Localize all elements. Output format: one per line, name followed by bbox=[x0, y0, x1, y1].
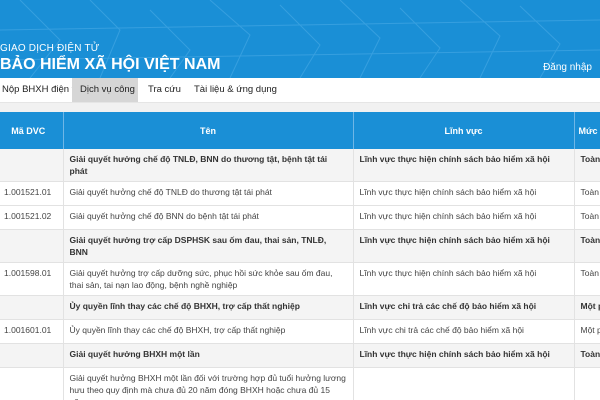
column-header-code[interactable]: Mã DVC bbox=[0, 112, 64, 149]
cell-level: Một phần bbox=[574, 319, 600, 344]
table-row[interactable]: Giải quyết hưởng BHXH một lần đối với tr… bbox=[0, 367, 600, 400]
cell-level: Toàn trình bbox=[574, 149, 600, 182]
cell-name[interactable]: Giải quyết hưởng chế độ BNN do bệnh tật … bbox=[63, 205, 354, 230]
table-header-row: Mã DVC Tên Lĩnh vực Mức bbox=[0, 112, 600, 149]
table-row[interactable]: 1.001521.02 Giải quyết hưởng chế độ BNN … bbox=[0, 205, 600, 230]
site-header: GIAO DỊCH ĐIỆN TỬ BẢO HIỂM XÃ HỘI VIỆT N… bbox=[0, 0, 600, 78]
cell-code bbox=[0, 229, 64, 263]
nav-item-tai-lieu[interactable]: Tài liệu & ứng dụng bbox=[186, 78, 285, 102]
cell-code: 1.001601.01 bbox=[0, 319, 64, 344]
table-row[interactable]: Giải quyết hưởng chế độ TNLĐ, BNN do thư… bbox=[0, 149, 600, 182]
cell-level: Toàn trình bbox=[574, 181, 600, 206]
table-row[interactable]: Giải quyết hưởng BHXH một lần Lĩnh vực t… bbox=[0, 343, 600, 368]
table-row[interactable]: 1.001598.01 Giải quyết hưởng trợ cấp dưỡ… bbox=[0, 262, 600, 296]
portal-subtitle: GIAO DỊCH ĐIỆN TỬ bbox=[0, 43, 100, 54]
cell-field: Lĩnh vực thực hiện chính sách bảo hiểm x… bbox=[353, 149, 575, 182]
services-table-container: Mã DVC Tên Lĩnh vực Mức Giải quyết hưởng… bbox=[0, 112, 600, 400]
main-nav: Nộp BHXH điện tử Dịch vụ công Tra cứu Tà… bbox=[0, 78, 600, 103]
login-link[interactable]: Đăng nhập bbox=[543, 62, 592, 73]
nav-item-dich-vu-cong[interactable]: Dịch vụ công bbox=[72, 78, 138, 102]
nav-item-tra-cuu[interactable]: Tra cứu bbox=[140, 78, 189, 102]
column-header-level[interactable]: Mức bbox=[574, 112, 600, 149]
cell-field: Lĩnh vực thực hiện chính sách bảo hiểm x… bbox=[353, 343, 575, 368]
cell-code: 1.001598.01 bbox=[0, 262, 64, 296]
cell-name[interactable]: Giải quyết hưởng trợ cấp dưỡng sức, phục… bbox=[63, 262, 354, 296]
cell-level: Toàn trình bbox=[574, 205, 600, 230]
cell-field: Lĩnh vực thực hiện chính sách bảo hiểm x… bbox=[353, 205, 575, 230]
cell-field: Lĩnh vực thực hiện chính sách bảo hiểm x… bbox=[353, 262, 575, 296]
cell-code bbox=[0, 367, 64, 400]
cell-field bbox=[353, 367, 575, 400]
section-spacer bbox=[0, 103, 600, 112]
table-row[interactable]: 1.001601.01 Ủy quyền lĩnh thay các chế đ… bbox=[0, 319, 600, 344]
cell-name[interactable]: Giải quyết hưởng trợ cấp DSPHSK sau ốm đ… bbox=[63, 229, 354, 263]
cell-level: Một phần bbox=[574, 295, 600, 320]
cell-name[interactable]: Giải quyết hưởng chế độ TNLĐ, BNN do thư… bbox=[63, 149, 354, 182]
cell-name[interactable]: Ủy quyền lĩnh thay các chế độ BHXH, trợ … bbox=[63, 295, 354, 320]
table-row[interactable]: Ủy quyền lĩnh thay các chế độ BHXH, trợ … bbox=[0, 295, 600, 320]
cell-name[interactable]: Giải quyết hưởng BHXH một lần đối với tr… bbox=[63, 367, 354, 400]
cell-code: 1.001521.01 bbox=[0, 181, 64, 206]
cell-name[interactable]: Giải quyết hưởng chế độ TNLĐ do thương t… bbox=[63, 181, 354, 206]
cell-level bbox=[574, 367, 600, 400]
cell-field: Lĩnh vực chi trả các chế độ bảo hiểm xã … bbox=[353, 319, 575, 344]
cell-name[interactable]: Giải quyết hưởng BHXH một lần bbox=[63, 343, 354, 368]
cell-field: Lĩnh vực thực hiện chính sách bảo hiểm x… bbox=[353, 181, 575, 206]
cell-field: Lĩnh vực chi trả các chế độ bảo hiểm xã … bbox=[353, 295, 575, 320]
cell-code: 1.001521.02 bbox=[0, 205, 64, 230]
table-row[interactable]: Giải quyết hưởng trợ cấp DSPHSK sau ốm đ… bbox=[0, 229, 600, 263]
cell-level: Toàn trình bbox=[574, 343, 600, 368]
cell-level: Toàn trình bbox=[574, 229, 600, 263]
services-table: Mã DVC Tên Lĩnh vực Mức Giải quyết hưởng… bbox=[0, 112, 600, 400]
column-header-name[interactable]: Tên bbox=[63, 112, 354, 149]
cell-code bbox=[0, 295, 64, 320]
portal-title: BẢO HIỂM XÃ HỘI VIỆT NAM bbox=[0, 56, 221, 73]
cell-code bbox=[0, 343, 64, 368]
cell-field: Lĩnh vực thực hiện chính sách bảo hiểm x… bbox=[353, 229, 575, 263]
cell-level: Toàn trình bbox=[574, 262, 600, 296]
column-header-field[interactable]: Lĩnh vực bbox=[353, 112, 575, 149]
cell-name[interactable]: Ủy quyền lĩnh thay các chế độ BHXH, trợ … bbox=[63, 319, 354, 344]
cell-code bbox=[0, 149, 64, 182]
table-row[interactable]: 1.001521.01 Giải quyết hưởng chế độ TNLĐ… bbox=[0, 181, 600, 206]
